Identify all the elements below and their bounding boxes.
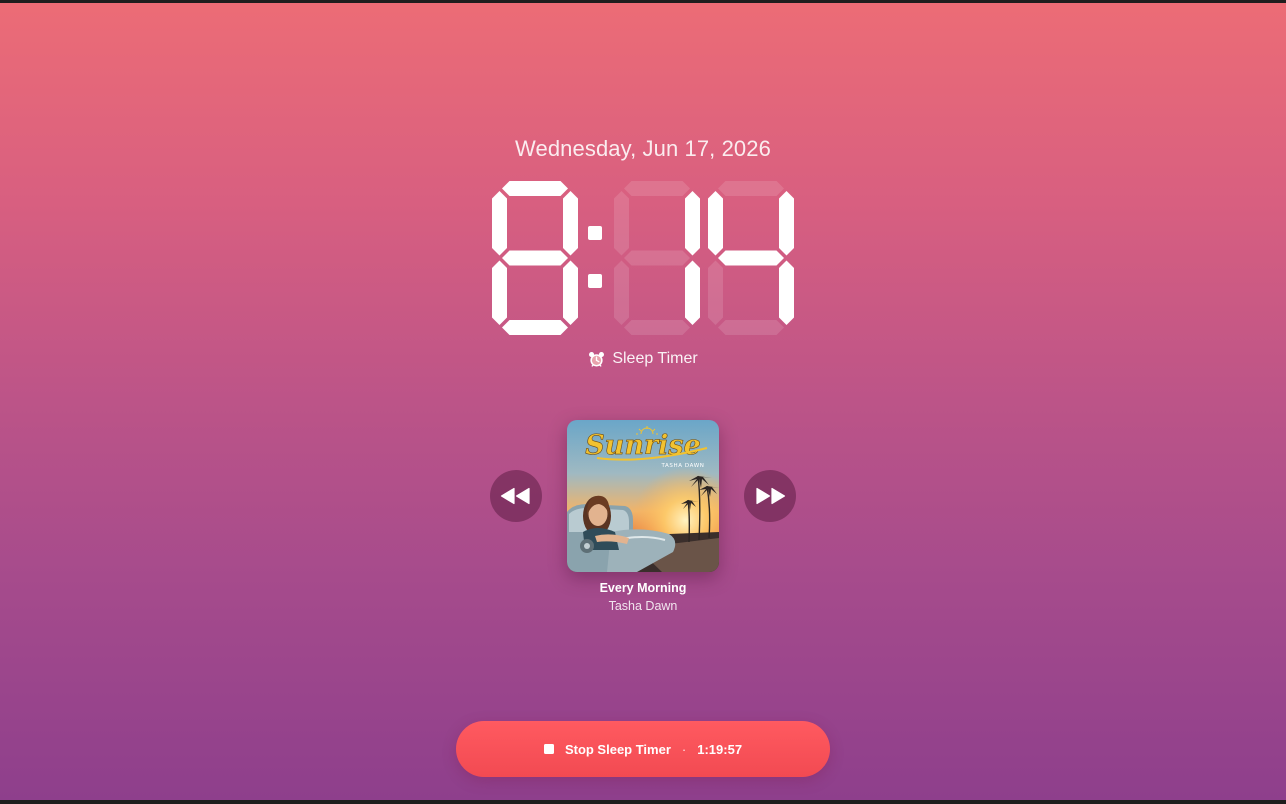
segment-e-on bbox=[492, 260, 507, 325]
track-artist: Tasha Dawn bbox=[608, 599, 678, 613]
stop-square-icon bbox=[543, 744, 554, 754]
segment-e-off bbox=[708, 260, 723, 325]
segment-b-on bbox=[779, 191, 794, 256]
clock-hour-digit bbox=[492, 181, 578, 335]
next-track-button[interactable] bbox=[744, 470, 796, 522]
sleep-timer-indicator: Sleep Timer bbox=[0, 350, 1286, 368]
album-title-text: Sunrise bbox=[585, 430, 701, 461]
fast-forward-icon bbox=[756, 487, 786, 505]
segment-a-off bbox=[718, 181, 784, 196]
date-label: Wednesday, Jun 17, 2026 bbox=[515, 136, 771, 161]
previous-track-button[interactable] bbox=[490, 470, 542, 522]
segment-a-on bbox=[502, 181, 568, 196]
timer-remaining: 1:19:57 bbox=[697, 741, 743, 757]
clock-colon bbox=[588, 226, 602, 288]
album-artist-text: TASHA DAWN bbox=[661, 463, 705, 469]
segment-f-on bbox=[492, 191, 507, 256]
rewind-icon bbox=[500, 487, 530, 505]
segment-a-off bbox=[624, 181, 690, 196]
album-cover-image: Sunrise TASHA DAWN bbox=[567, 420, 719, 572]
segment-c-on bbox=[563, 260, 578, 325]
clock-digits bbox=[492, 181, 794, 335]
sleep-timer-label: Sleep Timer bbox=[612, 350, 698, 367]
colon-dot bbox=[588, 226, 602, 240]
segment-c-on bbox=[685, 260, 700, 325]
stop-sleep-timer-button[interactable]: Stop Sleep Timer · 1:19:57 bbox=[456, 721, 830, 777]
clock-minute-tens-digit bbox=[614, 181, 700, 335]
segment-g-on bbox=[502, 250, 568, 266]
segment-b-on bbox=[685, 191, 700, 256]
clock-minute-ones-digit bbox=[708, 181, 794, 335]
alarm-clock-icon bbox=[589, 351, 605, 367]
stop-button-separator: · bbox=[681, 741, 687, 757]
segment-g-on bbox=[718, 250, 784, 266]
segment-f-on bbox=[708, 191, 723, 256]
digital-clock: 8:14 bbox=[490, 181, 796, 337]
stop-button-label: Stop Sleep Timer bbox=[564, 741, 671, 757]
album-artwork[interactable]: Sunrise TASHA DAWN bbox=[567, 420, 719, 572]
track-title: Every Morning bbox=[599, 581, 687, 595]
segment-d-on bbox=[502, 320, 568, 335]
segment-b-on bbox=[563, 191, 578, 256]
segment-g-off bbox=[624, 250, 690, 266]
segment-d-off bbox=[624, 320, 690, 335]
segment-e-off bbox=[614, 260, 629, 325]
sleep-clock-screen: Wednesday, Jun 17, 2026 8:14 Sleep Timer bbox=[0, 3, 1286, 800]
colon-dot bbox=[588, 274, 602, 288]
segment-d-off bbox=[718, 320, 784, 335]
segment-f-off bbox=[614, 191, 629, 256]
segment-c-on bbox=[779, 260, 794, 325]
